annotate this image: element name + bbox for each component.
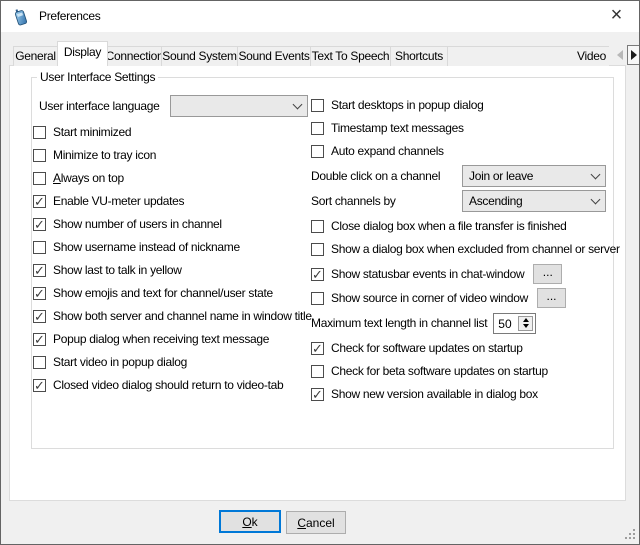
checkbox[interactable] xyxy=(311,122,324,135)
checkbox[interactable] xyxy=(311,292,324,305)
tab-connection[interactable]: Connection xyxy=(107,46,162,66)
checkbox[interactable] xyxy=(311,388,324,401)
sort-channels-combobox[interactable]: Ascending xyxy=(462,190,606,212)
check-row-emojis[interactable]: Show emojis and text for channel/user st… xyxy=(33,285,273,301)
chevron-down-icon xyxy=(293,99,303,109)
check-row-username-instead[interactable]: Show username instead of nickname xyxy=(33,239,240,255)
check-row-statusbar-events[interactable]: Show statusbar events in chat-window ... xyxy=(311,263,562,285)
checkbox[interactable] xyxy=(33,264,46,277)
check-row-closed-video[interactable]: Closed video dialog should return to vid… xyxy=(33,377,283,393)
down-triangle-icon xyxy=(523,324,529,328)
max-text-length-spinbox[interactable]: 50 xyxy=(493,313,536,334)
check-row-start-minimized[interactable]: Start minimized xyxy=(33,124,131,140)
check-row-excluded-dialog[interactable]: Show a dialog box when excluded from cha… xyxy=(311,241,620,257)
check-row-close-on-transfer[interactable]: Close dialog box when a file transfer is… xyxy=(311,218,566,234)
double-click-label-row: Double click on a channel xyxy=(311,168,440,184)
checkbox[interactable] xyxy=(311,99,324,112)
spin-value: 50 xyxy=(498,316,511,332)
tab-sound-system[interactable]: Sound System xyxy=(161,46,238,66)
checkbox[interactable] xyxy=(33,149,46,162)
preferences-dialog: Preferences × General Display Connection… xyxy=(0,0,640,545)
check-row-popup-text-message[interactable]: Popup dialog when receiving text message xyxy=(33,331,269,347)
check-row-window-title[interactable]: Show both server and channel name in win… xyxy=(33,308,312,324)
check-row-software-updates[interactable]: Check for software updates on startup xyxy=(311,340,523,356)
language-combobox[interactable] xyxy=(170,95,308,117)
check-row-new-version-dialog[interactable]: Show new version available in dialog box xyxy=(311,386,538,402)
app-icon xyxy=(12,7,30,26)
chevron-down-icon xyxy=(591,169,601,179)
cancel-button[interactable]: Cancel xyxy=(286,511,346,534)
spin-down-button[interactable] xyxy=(519,323,532,330)
check-row-minimize-to-tray[interactable]: Minimize to tray icon xyxy=(33,147,156,163)
language-row: User interface language xyxy=(39,98,160,114)
checkbox[interactable] xyxy=(33,172,46,185)
tab-scroll-left-button[interactable] xyxy=(613,45,626,65)
checkbox[interactable] xyxy=(33,310,46,323)
check-row-users-in-channel[interactable]: Show number of users in channel xyxy=(33,216,222,232)
double-click-combobox[interactable]: Join or leave xyxy=(462,165,606,187)
checkbox[interactable] xyxy=(33,287,46,300)
tab-video[interactable]: Video xyxy=(447,46,609,66)
right-triangle-icon xyxy=(631,50,637,60)
window-title: Preferences xyxy=(39,1,100,32)
title-bar[interactable]: Preferences × xyxy=(1,1,639,32)
checkbox[interactable] xyxy=(311,342,324,355)
checkbox[interactable] xyxy=(33,126,46,139)
tab-text-to-speech[interactable]: Text To Speech xyxy=(310,46,391,66)
tab-shortcuts[interactable]: Shortcuts xyxy=(390,46,448,66)
check-row-vu-meter[interactable]: Enable VU-meter updates xyxy=(33,193,184,209)
check-row-video-popup[interactable]: Start video in popup dialog xyxy=(33,354,187,370)
up-triangle-icon xyxy=(523,318,529,322)
spin-buttons xyxy=(518,316,533,331)
checkbox[interactable] xyxy=(311,268,324,281)
tab-general[interactable]: General xyxy=(13,46,58,66)
check-row-beta-updates[interactable]: Check for beta software updates on start… xyxy=(311,363,548,379)
sort-channels-label-row: Sort channels by xyxy=(311,193,396,209)
check-row-desktops-popup[interactable]: Start desktops in popup dialog xyxy=(311,97,483,113)
checkbox[interactable] xyxy=(33,241,46,254)
max-text-length-row: Maximum text length in channel list 50 xyxy=(311,312,536,334)
tab-display[interactable]: Display xyxy=(57,41,108,66)
checkbox[interactable] xyxy=(33,333,46,346)
tab-scroll-right-button[interactable] xyxy=(627,45,640,65)
left-triangle-icon xyxy=(617,50,623,60)
check-row-video-source-corner[interactable]: Show source in corner of video window ..… xyxy=(311,287,566,309)
language-label: User interface language xyxy=(39,99,160,113)
checkbox[interactable] xyxy=(33,379,46,392)
ok-button[interactable]: Ok xyxy=(219,510,281,533)
resize-grip[interactable] xyxy=(624,528,636,540)
checkbox[interactable] xyxy=(311,145,324,158)
tab-bar: General Display Connection Sound System … xyxy=(13,41,608,66)
group-title: User Interface Settings xyxy=(37,70,158,84)
checkbox[interactable] xyxy=(33,195,46,208)
checkbox[interactable] xyxy=(33,356,46,369)
video-source-more-button[interactable]: ... xyxy=(537,288,566,308)
checkbox[interactable] xyxy=(311,365,324,378)
checkbox[interactable] xyxy=(311,243,324,256)
tab-sound-events[interactable]: Sound Events xyxy=(237,46,311,66)
checkbox[interactable] xyxy=(33,218,46,231)
check-row-auto-expand[interactable]: Auto expand channels xyxy=(311,143,444,159)
check-row-last-to-talk[interactable]: Show last to talk in yellow xyxy=(33,262,182,278)
chevron-down-icon xyxy=(591,194,601,204)
close-button[interactable]: × xyxy=(594,1,639,31)
check-row-timestamp[interactable]: Timestamp text messages xyxy=(311,120,464,136)
check-row-always-on-top[interactable]: Always on top xyxy=(33,170,124,186)
statusbar-events-more-button[interactable]: ... xyxy=(533,264,562,284)
checkbox[interactable] xyxy=(311,220,324,233)
